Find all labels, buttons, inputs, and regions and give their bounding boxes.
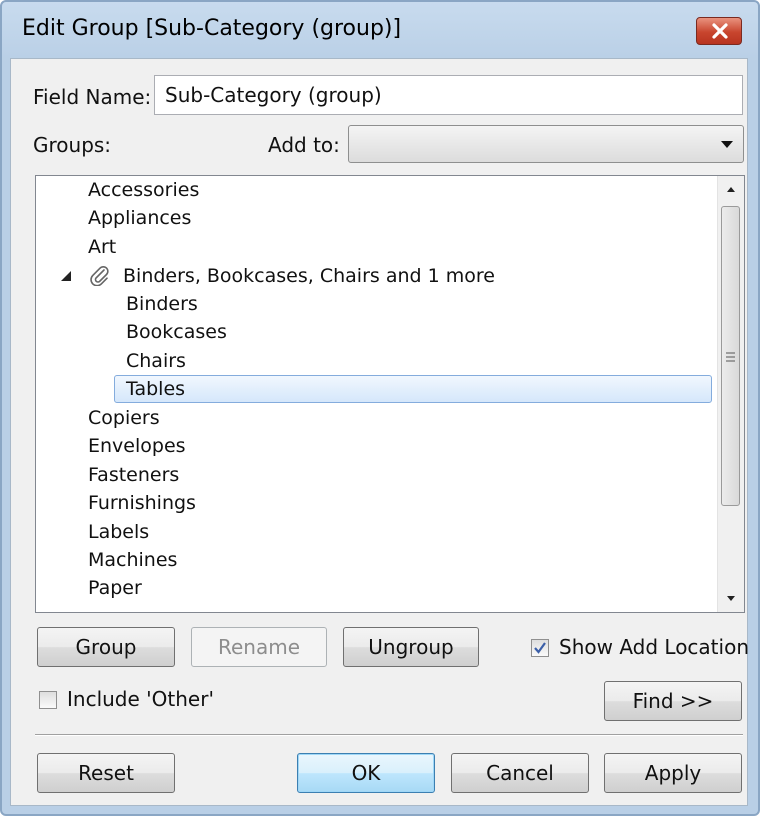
scroll-thumb[interactable] bbox=[721, 206, 740, 506]
ungroup-button[interactable]: Ungroup bbox=[343, 627, 479, 667]
tree-item-group-node[interactable]: Binders, Bookcases, Chairs and 1 more bbox=[123, 262, 495, 290]
scroll-down-arrow-icon bbox=[727, 596, 735, 601]
chevron-down-icon bbox=[721, 141, 733, 148]
scroll-up-arrow-icon bbox=[727, 187, 735, 192]
close-icon bbox=[712, 23, 728, 39]
tree-item-labels[interactable]: Labels bbox=[88, 518, 149, 546]
groups-tree[interactable]: Accessories Appliances Art Binders, Book… bbox=[35, 175, 745, 613]
checkmark-icon bbox=[534, 642, 546, 654]
field-name-label: Field Name: bbox=[33, 85, 152, 109]
tree-item-envelopes[interactable]: Envelopes bbox=[88, 432, 186, 460]
add-to-dropdown[interactable] bbox=[348, 125, 744, 163]
tree-item-fasteners[interactable]: Fasteners bbox=[88, 461, 179, 489]
apply-button[interactable]: Apply bbox=[604, 753, 742, 793]
find-button[interactable]: Find >> bbox=[604, 681, 742, 721]
collapse-triangle-icon[interactable] bbox=[60, 270, 72, 282]
reset-button[interactable]: Reset bbox=[37, 753, 175, 793]
tree-item-machines[interactable]: Machines bbox=[88, 546, 177, 574]
scroll-up-button[interactable] bbox=[718, 176, 744, 202]
paperclip-icon bbox=[90, 265, 109, 286]
dialog-body: Field Name: Sub-Category (group) Groups:… bbox=[10, 58, 749, 806]
field-name-input[interactable]: Sub-Category (group) bbox=[154, 75, 743, 115]
scroll-down-button[interactable] bbox=[718, 586, 744, 612]
tree-item-furnishings[interactable]: Furnishings bbox=[88, 489, 196, 517]
groups-label: Groups: bbox=[33, 133, 112, 157]
rename-button[interactable]: Rename bbox=[191, 627, 327, 667]
separator bbox=[35, 734, 743, 736]
tree-item-binders[interactable]: Binders bbox=[126, 290, 198, 318]
show-add-location-checkbox[interactable] bbox=[531, 639, 549, 657]
tree-item-bookcases[interactable]: Bookcases bbox=[126, 318, 227, 346]
tree-item-chairs[interactable]: Chairs bbox=[126, 347, 186, 375]
edit-group-dialog: Edit Group [Sub-Category (group)] Field … bbox=[0, 0, 760, 816]
selection-highlight bbox=[114, 375, 712, 403]
include-other-label: Include 'Other' bbox=[67, 687, 214, 711]
tree-item-copiers[interactable]: Copiers bbox=[88, 404, 160, 432]
tree-item-appliances[interactable]: Appliances bbox=[88, 204, 191, 232]
group-button[interactable]: Group bbox=[37, 627, 175, 667]
include-other-checkbox[interactable] bbox=[39, 691, 57, 709]
tree-item-paper[interactable]: Paper bbox=[88, 574, 142, 602]
close-button[interactable] bbox=[696, 17, 742, 45]
show-add-location-label: Show Add Location bbox=[559, 635, 749, 659]
dialog-title: Edit Group [Sub-Category (group)] bbox=[22, 16, 402, 41]
ok-button[interactable]: OK bbox=[297, 753, 435, 793]
title-bar[interactable]: Edit Group [Sub-Category (group)] bbox=[2, 2, 758, 62]
tree-item-art[interactable]: Art bbox=[88, 233, 116, 261]
vertical-scrollbar[interactable] bbox=[717, 176, 744, 612]
grip-icon bbox=[726, 352, 735, 362]
tree-item-accessories[interactable]: Accessories bbox=[88, 176, 199, 204]
tree-item-tables[interactable]: Tables bbox=[126, 375, 185, 403]
add-to-label: Add to: bbox=[268, 133, 340, 157]
cancel-button[interactable]: Cancel bbox=[451, 753, 589, 793]
